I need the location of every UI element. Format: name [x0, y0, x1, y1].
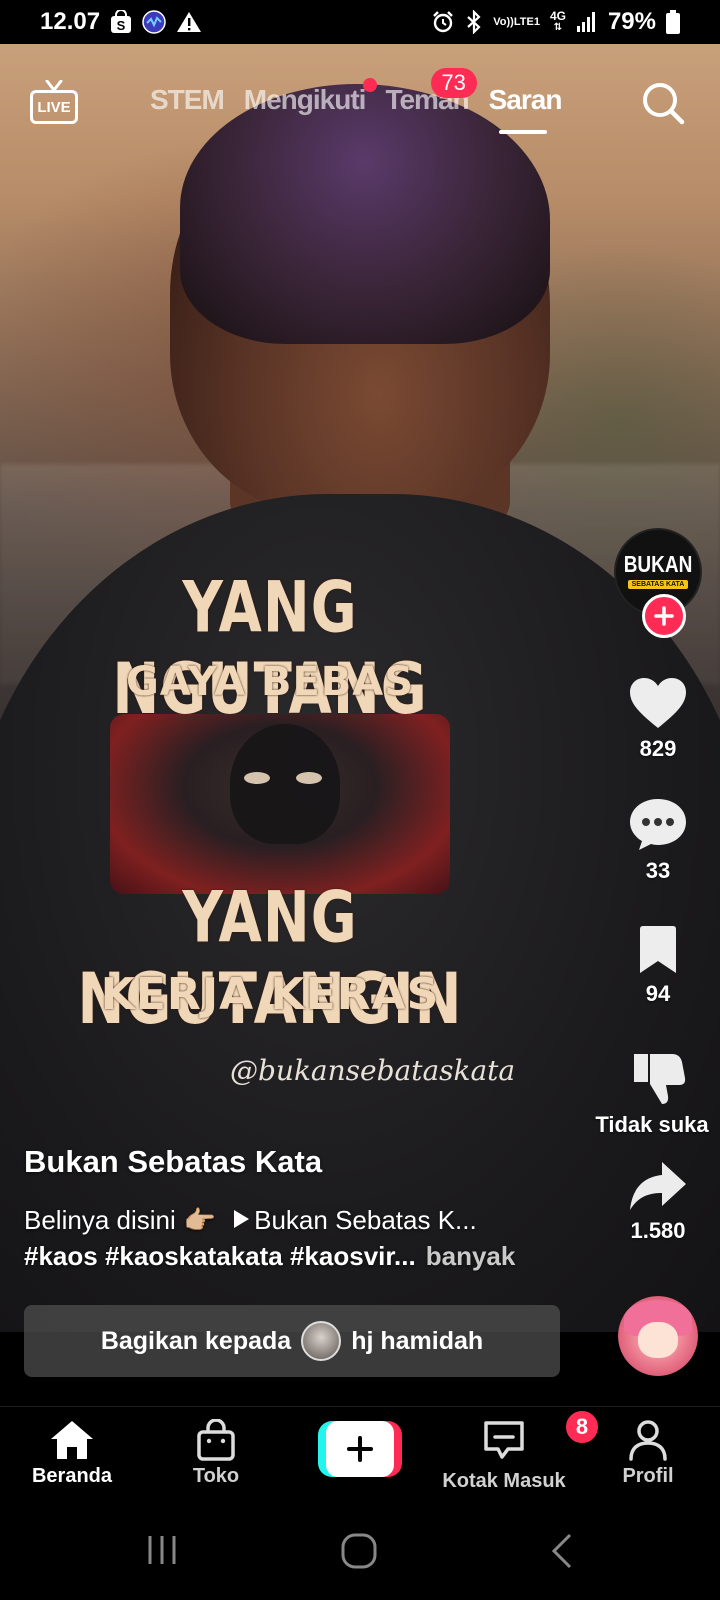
new-content-dot [363, 78, 378, 92]
tab-stem-label: STEM [150, 84, 225, 115]
share-count: 1.580 [630, 1218, 686, 1243]
live-button[interactable]: LIVE [30, 80, 78, 126]
live-label: LIVE [30, 90, 78, 124]
print-watermark: @bukansebataskata [230, 1054, 516, 1087]
share-arrow-icon [630, 1162, 686, 1210]
action-rail: BUKAN SEBATAS KATA 829 33 94 Tidak suka … [595, 0, 720, 1600]
contact-name: hj hamidah [351, 1326, 484, 1355]
recent-apps-button[interactable] [144, 1532, 180, 1573]
product-link[interactable]: Bukan Sebatas K... [254, 1202, 477, 1238]
print-eye-right [296, 772, 322, 784]
share-prefix: Bagikan kepada [100, 1326, 292, 1355]
tab-stem[interactable]: STEM [150, 84, 225, 116]
description-line-1: Belinya disini 👉🏼 Bukan Sebatas K... [24, 1202, 584, 1238]
share-to-contact-bar[interactable]: Bagikan kepada hj hamidah [24, 1305, 560, 1377]
nav-inbox[interactable]: 8 Kotak Masuk [432, 1409, 600, 1493]
home-circle-icon [341, 1533, 377, 1569]
comment-button[interactable]: 33 [596, 796, 720, 884]
comment-count: 33 [645, 858, 671, 883]
system-navigation-bar [0, 1506, 720, 1600]
tab-saran[interactable]: Saran [488, 84, 563, 134]
dislike-button[interactable]: Tidak suka [595, 1048, 720, 1138]
shopee-notification-icon: S [110, 10, 132, 34]
volte-indicator: Vo)) LTE1 [493, 15, 540, 28]
app-notification-icon [142, 10, 166, 34]
lte-label: LTE1 [513, 15, 540, 28]
signal-icon [576, 11, 598, 33]
back-button[interactable] [548, 1532, 578, 1575]
nav-inbox-label: Kotak Masuk [442, 1470, 566, 1492]
data-arrows-icon: ⇅ [553, 22, 563, 33]
avatar-logo-subtext: SEBATAS KATA [627, 580, 689, 589]
network-type: 4G [549, 9, 566, 23]
pointing-hand-emoji: 👉🏼 [183, 1205, 217, 1235]
tab-saran-label: Saran [488, 84, 563, 115]
hashtags[interactable]: #kaos #kaoskatakata #kaosvir... [24, 1238, 416, 1274]
inbox-icon-wrap: 8 [482, 1409, 600, 1466]
nav-profile[interactable]: Profil [576, 1419, 720, 1488]
volte-label: Vo)) [493, 15, 514, 28]
print-eye-left [244, 772, 270, 784]
music-disc-art-face [638, 1322, 678, 1358]
print-line-1: YANG NGUTANG [112, 567, 428, 731]
print-masked-figure [230, 724, 340, 844]
video-caption: Bukan Sebatas Kata Belinya disini 👉🏼 Buk… [24, 1144, 584, 1274]
profile-icon [629, 1420, 667, 1461]
follow-button[interactable] [642, 594, 686, 638]
description-text: Belinya disini [24, 1205, 176, 1235]
home-icon [51, 1421, 93, 1459]
heart-icon [630, 678, 686, 728]
print-line-4: KERJA KERAS [100, 969, 440, 1020]
comment-bubble-icon [630, 799, 686, 850]
share-button[interactable]: 1.580 [596, 1160, 720, 1244]
tab-mengikuti[interactable]: Mengikuti [243, 78, 378, 116]
print-illustration [110, 714, 450, 894]
shopping-bag-icon [197, 1419, 235, 1461]
creator-avatar-button[interactable]: BUKAN SEBATAS KATA [614, 528, 702, 638]
svg-text:S: S [117, 18, 126, 33]
like-count: 829 [639, 736, 677, 761]
nav-home-label: Beranda [31, 1465, 113, 1487]
bottom-navigation: Beranda Toko 8 Kotak Masuk Profil [0, 1406, 720, 1506]
expand-caption-button[interactable]: banyak [426, 1238, 516, 1274]
description-line-2: #kaos #kaoskatakata #kaosvir... banyak [24, 1238, 584, 1274]
thumbs-down-icon [634, 1054, 686, 1104]
back-chevron-icon [551, 1533, 572, 1569]
inbox-icon [484, 1421, 524, 1459]
active-tab-indicator [498, 130, 547, 134]
print-line-2: GAYA BEBAS [125, 659, 415, 705]
network-indicator: 4G ⇅ [550, 10, 566, 34]
save-button[interactable]: 94 [596, 925, 720, 1007]
status-left: 12.07 S [40, 8, 202, 36]
nav-shop-label: Toko [192, 1465, 240, 1487]
plus-icon [347, 1436, 373, 1462]
plus-icon [654, 606, 674, 626]
warning-icon [176, 10, 202, 34]
feed-tabs: STEM Mengikuti Teman 73 Saran [150, 68, 563, 134]
tab-teman[interactable]: Teman 73 [385, 68, 477, 116]
save-count: 94 [645, 981, 671, 1006]
dislike-label: Tidak suka [595, 1112, 709, 1137]
bluetooth-icon [465, 10, 483, 34]
nav-shop[interactable]: Toko [144, 1419, 288, 1488]
video-description[interactable]: Belinya disini 👉🏼 Bukan Sebatas K... #ka… [24, 1202, 584, 1274]
tab-mengikuti-label: Mengikuti [243, 84, 367, 115]
bookmark-icon [640, 926, 676, 973]
avatar-logo-text: BUKAN [623, 552, 693, 580]
like-button[interactable]: 829 [596, 676, 720, 762]
shirt-print: YANG NGUTANG GAYA BEBAS YANG NGUTANGIN K… [50, 564, 515, 1087]
creator-name[interactable]: Bukan Sebatas Kata [24, 1144, 584, 1180]
home-system-button[interactable] [340, 1532, 378, 1575]
create-button[interactable] [318, 1421, 402, 1477]
tab-teman-badge: 73 [430, 68, 477, 98]
contact-avatar [301, 1321, 342, 1361]
create-button-face [326, 1421, 394, 1477]
play-icon [232, 1202, 250, 1238]
alarm-icon [431, 10, 455, 34]
recent-apps-icon [148, 1536, 176, 1564]
nav-profile-label: Profil [622, 1465, 674, 1487]
status-time: 12.07 [40, 8, 101, 35]
nav-home[interactable]: Beranda [0, 1419, 144, 1488]
music-disc-button[interactable] [618, 1296, 698, 1376]
